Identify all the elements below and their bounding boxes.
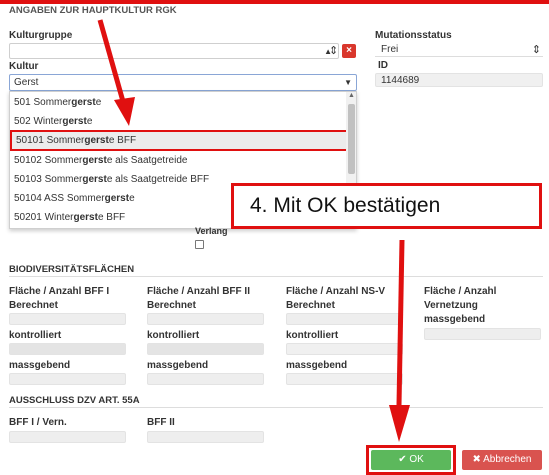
vernetzung-sub-label: Vernetzung — [424, 300, 478, 311]
list-item[interactable]: 50102 Sommergerste als Saatgetreide — [10, 151, 348, 170]
bff1-massgebend-label: massgebend — [9, 360, 71, 371]
nsv-berechnet-field — [286, 313, 403, 325]
bff1-kontrolliert-field[interactable] — [9, 343, 126, 355]
mutationsstatus-label: Mutationsstatus — [375, 30, 452, 41]
check-icon: ✔ — [398, 454, 407, 465]
id-value: 1144689 — [381, 75, 420, 86]
bff2-berechnet-field — [147, 313, 264, 325]
ausschluss-bff1-label: BFF I / Vern. — [9, 417, 67, 428]
vernetzung-header: Fläche / Anzahl — [424, 286, 497, 297]
kultur-input[interactable]: Gerst ▼ — [9, 74, 357, 91]
id-label: ID — [378, 60, 388, 71]
section-title-hauptkultur: ANGABEN ZUR HAUPTKULTUR RGK — [9, 5, 177, 16]
mutationsstatus-value: Frei — [381, 44, 399, 55]
bff1-header: Fläche / Anzahl BFF I — [9, 286, 110, 297]
scrollbar-thumb[interactable] — [348, 104, 355, 174]
id-field: 1144689 — [375, 73, 543, 87]
ausschluss-bff2-label: BFF II — [147, 417, 175, 428]
kultur-label: Kultur — [9, 61, 39, 72]
bff2-kontrolliert-field[interactable] — [147, 343, 264, 355]
verlang-checkbox[interactable] — [195, 240, 204, 249]
mutationsstatus-select[interactable]: Frei ⇕ — [375, 43, 543, 57]
annotation-callout: 4. Mit OK bestätigen — [231, 183, 542, 229]
kultur-input-value: Gerst — [14, 77, 39, 88]
section-divider — [9, 407, 543, 408]
cancel-button[interactable]: ✖ Abbrechen — [462, 450, 542, 470]
bff2-berechnet-label: Berechnet — [147, 300, 196, 311]
nsv-massgebend-label: massgebend — [286, 360, 348, 371]
close-icon: ✖ — [472, 454, 481, 465]
cancel-button-label: Abbrechen — [483, 454, 532, 465]
arrow-to-ok-button-icon — [389, 239, 410, 442]
section-divider — [9, 276, 543, 277]
updown-icon: ⇕ — [329, 45, 339, 57]
nsv-kontrolliert-label: kontrolliert — [286, 330, 339, 341]
vernetzung-massgebend-field — [424, 328, 541, 340]
nsv-header: Fläche / Anzahl NS-V — [286, 286, 386, 297]
bff1-berechnet-label: Berechnet — [9, 300, 58, 311]
ausschluss-bff1-field — [9, 431, 126, 443]
kulturgruppe-label: Kulturgruppe — [9, 30, 73, 41]
vernetzung-massgebend-label: massgebend — [424, 314, 486, 325]
list-item-highlighted[interactable]: 50101 Sommergerste BFF — [10, 130, 348, 151]
bff1-kontrolliert-label: kontrolliert — [9, 330, 62, 341]
bff1-berechnet-field — [9, 313, 126, 325]
bff2-kontrolliert-label: kontrolliert — [147, 330, 200, 341]
bff2-massgebend-field — [147, 373, 264, 385]
list-item[interactable]: 502 Wintergerste — [10, 112, 348, 131]
clear-kulturgruppe-button[interactable]: × — [342, 44, 356, 58]
nsv-massgebend-field — [286, 373, 403, 385]
annotation-callout-text: 4. Mit OK bestätigen — [250, 194, 441, 217]
kulturgruppe-select[interactable]: ▲ — [9, 43, 339, 59]
annotation-top-bar — [0, 0, 549, 4]
verlang-label: Verlang — [195, 226, 228, 236]
bff1-massgebend-field — [9, 373, 126, 385]
ok-button-label: OK — [409, 454, 424, 465]
nsv-kontrolliert-field[interactable] — [286, 343, 403, 355]
section-title-biodiversitaet: BIODIVERSITÄTSFLÄCHEN — [9, 264, 135, 275]
list-item[interactable]: 501 Sommergerste — [10, 93, 348, 112]
ok-button[interactable]: ✔ OK — [371, 450, 451, 470]
ausschluss-bff2-field — [147, 431, 264, 443]
nsv-berechnet-label: Berechnet — [286, 300, 335, 311]
updown-icon: ⇕ — [531, 44, 541, 56]
scroll-up-icon[interactable]: ▲ — [348, 92, 355, 99]
bff2-header: Fläche / Anzahl BFF II — [147, 286, 250, 297]
bff2-massgebend-label: massgebend — [147, 360, 209, 371]
chevron-down-icon: ▼ — [344, 78, 352, 87]
section-title-ausschluss: AUSSCHLUSS DZV ART. 55A — [9, 395, 140, 406]
